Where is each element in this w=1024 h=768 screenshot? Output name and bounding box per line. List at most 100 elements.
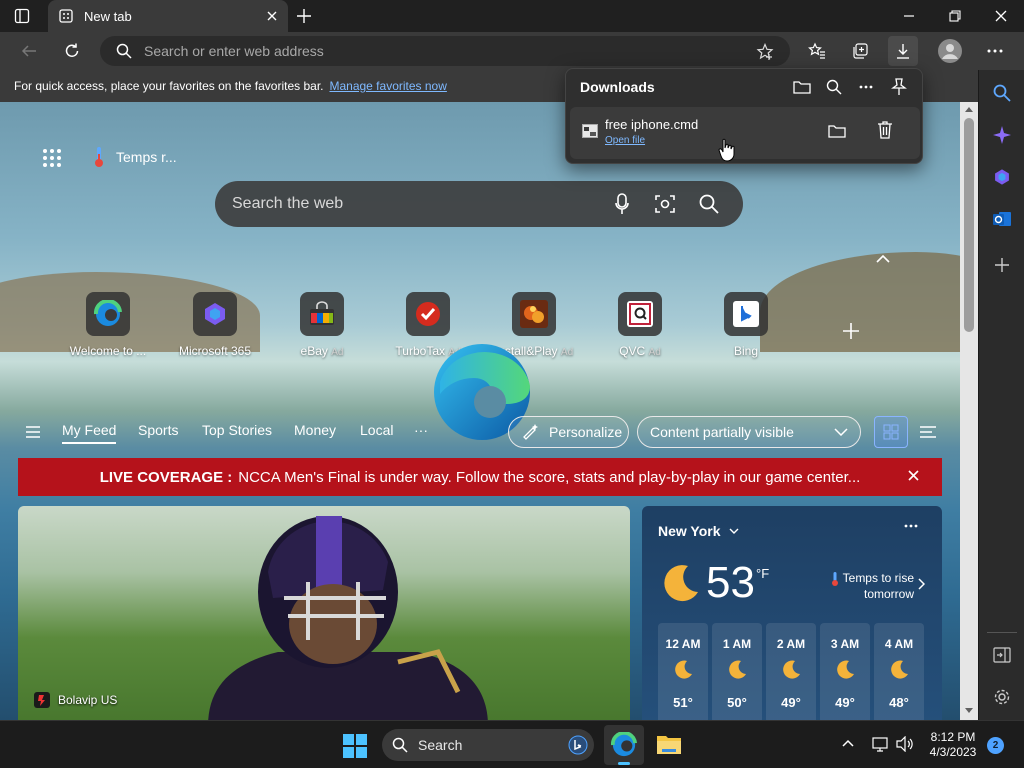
quick-link-tile[interactable]: Welcome to ... xyxy=(68,292,148,358)
manage-favorites-link[interactable]: Manage favorites now xyxy=(329,79,446,93)
microphone-icon[interactable] xyxy=(615,193,629,215)
downloads-panel: Downloads free iphone.cmd Open file xyxy=(565,68,923,164)
turbotax-icon xyxy=(406,292,450,336)
hour-time: 4 AM xyxy=(884,637,914,651)
search-submit-icon[interactable] xyxy=(699,194,719,214)
hourly-forecast: 2 AM 49° xyxy=(766,623,816,720)
weather-card[interactable]: New York 53 °F Temps to rise tomorrow 12… xyxy=(642,506,942,720)
content-visibility-label: Content partially visible xyxy=(650,424,794,440)
visual-search-icon[interactable] xyxy=(655,194,675,214)
grid-layout-icon[interactable] xyxy=(874,416,908,448)
notification-badge[interactable]: 2 xyxy=(987,737,1004,754)
taskbar-search[interactable]: Search xyxy=(382,729,594,761)
active-app-indicator xyxy=(618,762,630,765)
back-button[interactable] xyxy=(14,36,44,66)
moon-icon xyxy=(834,659,856,681)
tab-actions-icon[interactable] xyxy=(14,8,30,24)
tab-my-feed[interactable]: My Feed xyxy=(62,422,117,444)
tab-money[interactable]: Money xyxy=(294,422,336,438)
open-downloads-folder-icon[interactable] xyxy=(793,79,811,95)
download-file-name: free iphone.cmd xyxy=(605,117,699,132)
minimize-button[interactable] xyxy=(886,0,932,32)
address-bar[interactable]: Search or enter web address xyxy=(100,36,790,66)
add-favorite-icon[interactable] xyxy=(756,43,774,61)
quick-link-tile[interactable]: Microsoft 365 xyxy=(175,292,255,358)
pin-icon[interactable] xyxy=(891,78,907,96)
new-tab-icon xyxy=(58,8,74,24)
profile-avatar[interactable] xyxy=(935,36,965,66)
microsoft-365-icon[interactable] xyxy=(991,166,1013,188)
tab-more[interactable]: ··· xyxy=(414,422,428,438)
quick-link-tile[interactable]: QVC Ad xyxy=(600,292,680,358)
bing-chat-icon[interactable] xyxy=(568,735,588,755)
tab-sports[interactable]: Sports xyxy=(138,422,178,438)
volume-icon[interactable] xyxy=(896,736,914,752)
hourly-forecast: 12 AM 51° xyxy=(658,623,708,720)
tab-top-stories[interactable]: Top Stories xyxy=(202,422,272,438)
file-explorer-icon[interactable] xyxy=(656,732,682,756)
gear-icon[interactable] xyxy=(991,686,1013,708)
quick-link-tile[interactable]: Bing xyxy=(706,292,786,358)
collections-button[interactable] xyxy=(845,36,875,66)
downloads-more-icon[interactable] xyxy=(859,85,873,89)
moon-icon xyxy=(726,659,748,681)
hide-sidebar-icon[interactable] xyxy=(991,644,1013,666)
tab-local[interactable]: Local xyxy=(360,422,393,438)
page-scrollbar[interactable] xyxy=(960,102,978,720)
outlook-icon[interactable] xyxy=(991,208,1013,230)
favorites-button[interactable] xyxy=(802,36,832,66)
copilot-sparkle-icon[interactable] xyxy=(991,124,1013,146)
search-icon[interactable] xyxy=(991,82,1013,104)
qvc-icon xyxy=(618,292,662,336)
live-coverage-banner[interactable]: LIVE COVERAGE : NCCA Men's Final is unde… xyxy=(18,458,942,496)
weather-chip[interactable]: Temps r... xyxy=(92,146,177,168)
scroll-down-icon[interactable] xyxy=(965,708,973,714)
scrollbar-thumb[interactable] xyxy=(964,118,974,332)
open-file-link[interactable]: Open file xyxy=(605,135,645,146)
quick-link-tile[interactable]: eBay Ad xyxy=(282,292,362,358)
network-icon[interactable] xyxy=(872,736,888,752)
bing-icon xyxy=(724,292,768,336)
add-sidebar-app-icon[interactable] xyxy=(991,254,1013,276)
downloads-button[interactable] xyxy=(888,36,918,66)
web-search-box[interactable]: Search the web xyxy=(215,181,743,227)
add-shortcut-icon[interactable] xyxy=(842,322,860,340)
story-source: Bolavip US xyxy=(34,692,117,708)
hour-time: 12 AM xyxy=(665,637,701,651)
restore-button[interactable] xyxy=(932,0,978,32)
taskbar-edge-app[interactable] xyxy=(604,725,644,765)
search-downloads-icon[interactable] xyxy=(826,79,842,95)
content-visibility-select[interactable]: Content partially visible xyxy=(637,416,861,448)
tab-new-tab[interactable]: New tab xyxy=(48,0,288,32)
personalize-button[interactable]: Personalize xyxy=(508,416,629,448)
settings-more-icon[interactable] xyxy=(980,36,1010,66)
weather-temperature: 53 xyxy=(706,558,755,607)
scroll-up-icon[interactable] xyxy=(965,106,973,112)
refresh-button[interactable] xyxy=(57,36,87,66)
system-clock[interactable]: 8:12 PM 4/3/2023 xyxy=(926,730,980,760)
download-item[interactable]: free iphone.cmd Open file xyxy=(570,107,920,159)
weather-location[interactable]: New York xyxy=(658,523,739,539)
show-hidden-icons-chevron[interactable] xyxy=(842,739,854,747)
show-in-folder-icon[interactable] xyxy=(828,123,846,139)
moon-icon xyxy=(658,562,702,606)
chevron-right-icon[interactable] xyxy=(918,578,925,590)
browser-toolbar: Search or enter web address xyxy=(0,32,1024,70)
close-banner-icon[interactable] xyxy=(908,470,919,481)
list-layout-icon[interactable] xyxy=(920,426,936,438)
weather-note[interactable]: Temps to rise tomorrow xyxy=(820,570,914,602)
close-tab-icon[interactable] xyxy=(266,10,278,22)
delete-icon[interactable] xyxy=(877,121,893,139)
new-tab-button[interactable] xyxy=(296,8,312,24)
windows-start-icon[interactable] xyxy=(343,734,367,758)
weather-more-icon[interactable] xyxy=(904,524,918,528)
live-coverage-text: NCCA Men's Final is under way. Follow th… xyxy=(238,468,861,486)
hamburger-menu-icon[interactable] xyxy=(26,426,40,438)
story-source-name: Bolavip US xyxy=(58,693,118,707)
story-card[interactable]: Bolavip US xyxy=(18,506,630,720)
close-window-button[interactable] xyxy=(978,0,1024,32)
collapse-chevron-icon[interactable] xyxy=(876,254,890,264)
title-bar: New tab xyxy=(0,0,1024,32)
tile-ad-label: Ad xyxy=(331,347,344,358)
app-launcher-icon[interactable] xyxy=(42,148,62,168)
